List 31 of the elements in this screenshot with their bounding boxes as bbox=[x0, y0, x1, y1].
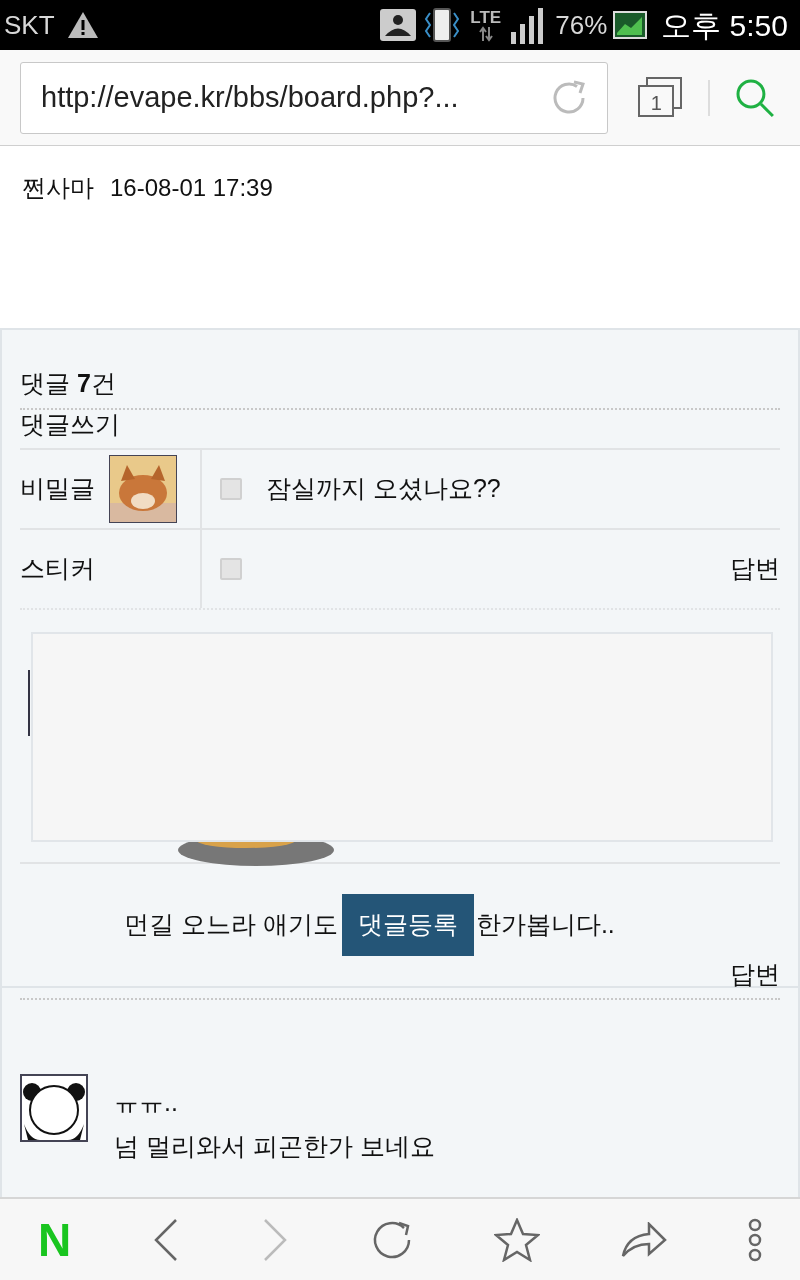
comment-text: 한가봅니다.. bbox=[475, 909, 615, 941]
comment-text: ㅠㅠ.. bbox=[114, 1087, 179, 1118]
clock: 오후 5:50 bbox=[661, 7, 788, 44]
picture-icon bbox=[613, 11, 648, 39]
star-icon[interactable] bbox=[493, 1217, 540, 1262]
comment-count: 댓글 7건 bbox=[20, 368, 780, 410]
option-label: 스티커 bbox=[20, 553, 95, 585]
comment-text: 잠실까지 오셨나요?? bbox=[266, 473, 501, 505]
address-field[interactable]: http://evape.kr/bbs/board.php?... bbox=[20, 61, 609, 134]
carrier-name: SKT bbox=[4, 8, 55, 42]
submit-button[interactable]: 댓글등록 bbox=[341, 894, 474, 956]
form-heading: 댓글쓰기 bbox=[20, 410, 780, 450]
more-icon[interactable] bbox=[748, 1217, 762, 1262]
reply-link[interactable]: 답변 bbox=[730, 956, 780, 994]
battery-percent: 76% bbox=[555, 8, 608, 42]
reply-link[interactable]: 답변 bbox=[730, 550, 780, 588]
share-icon[interactable] bbox=[620, 1221, 667, 1258]
comment-text: 먼길 오느라 애기도 bbox=[124, 909, 338, 941]
warning-icon bbox=[66, 11, 99, 39]
network-label: LTE bbox=[470, 8, 502, 26]
author-name: 쩐사마 bbox=[22, 173, 94, 203]
checkbox[interactable] bbox=[220, 478, 242, 500]
avatar-icon bbox=[20, 1074, 88, 1142]
checkbox[interactable] bbox=[220, 558, 242, 580]
comment-text: 넘 멀리와서 피곤한가 보네요 bbox=[114, 1130, 435, 1162]
option-label: 비밀글 bbox=[20, 473, 95, 505]
post-date: 16-08-01 17:39 bbox=[110, 173, 273, 203]
text-cursor bbox=[28, 670, 30, 736]
comment-input[interactable] bbox=[31, 632, 773, 842]
data-arrows-icon bbox=[478, 25, 493, 42]
contact-icon bbox=[380, 9, 417, 41]
